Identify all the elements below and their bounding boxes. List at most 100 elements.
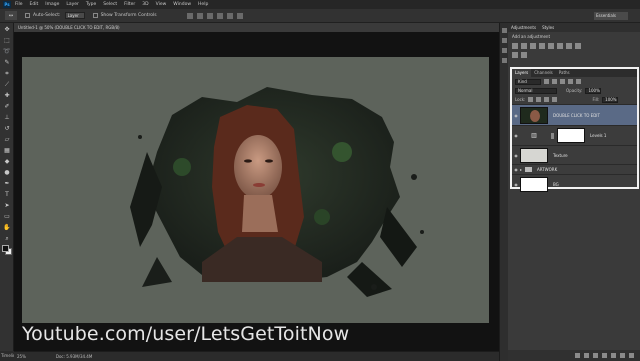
history-brush-icon[interactable]: ↺ xyxy=(2,124,12,133)
menu-edit[interactable]: Edit xyxy=(30,2,39,7)
menu-window[interactable]: Window xyxy=(173,2,191,7)
align-right-icon[interactable] xyxy=(236,12,243,19)
filter-type-icon[interactable] xyxy=(560,79,565,84)
fill-field[interactable]: 100% xyxy=(602,96,619,103)
layer-mask-thumbnail[interactable] xyxy=(557,128,585,143)
menu-select[interactable]: Select xyxy=(103,2,117,7)
crop-icon[interactable]: ⌗ xyxy=(2,69,12,78)
gradient-icon[interactable]: ▦ xyxy=(2,146,12,155)
zoom-icon[interactable]: ⌕ xyxy=(2,234,12,243)
menu-3d[interactable]: 3D xyxy=(142,2,148,7)
layer-row-bg[interactable]: ◉ BG xyxy=(512,174,637,194)
layer-row-texture[interactable]: ◉ Texture xyxy=(512,145,637,164)
tab-styles[interactable]: Styles xyxy=(539,23,557,32)
move-icon[interactable]: ✥ xyxy=(2,25,12,34)
marquee-icon[interactable]: ⬚ xyxy=(2,36,12,45)
path-select-icon[interactable]: ➤ xyxy=(2,201,12,210)
lock-position-icon[interactable] xyxy=(544,97,550,102)
align-left-icon[interactable] xyxy=(216,12,223,19)
eraser-icon[interactable]: ▱ xyxy=(2,135,12,144)
trash-icon[interactable] xyxy=(629,353,634,358)
blend-mode-dropdown[interactable]: Normal xyxy=(515,87,557,94)
tab-layers[interactable]: Layers xyxy=(512,69,532,77)
brush-icon[interactable]: ✐ xyxy=(2,102,12,111)
lock-pixels-icon[interactable] xyxy=(536,97,542,102)
hand-icon[interactable]: ✋ xyxy=(2,223,12,232)
lasso-icon[interactable]: ➰ xyxy=(2,47,12,56)
layer-row-levels[interactable]: ◉ ▥ Levels 1 xyxy=(512,125,637,145)
properties-panel-icon[interactable] xyxy=(502,38,507,43)
filter-shape-icon[interactable] xyxy=(568,79,573,84)
workspace-switcher[interactable]: Essentials xyxy=(594,12,628,20)
type-icon[interactable]: T xyxy=(2,190,12,199)
new-adjustment-icon[interactable] xyxy=(602,353,607,358)
curves-icon[interactable] xyxy=(530,43,536,49)
brush-panel-icon[interactable] xyxy=(502,58,507,63)
show-transform-checkbox[interactable] xyxy=(92,13,98,18)
color-balance-icon[interactable] xyxy=(566,43,572,49)
black-white-icon[interactable] xyxy=(575,43,581,49)
quick-select-icon[interactable]: ✎ xyxy=(2,58,12,67)
visibility-eye-icon[interactable]: ◉ xyxy=(512,133,520,138)
eyedropper-icon[interactable]: ⟋ xyxy=(2,80,12,89)
new-layer-icon[interactable] xyxy=(620,353,625,358)
new-group-icon[interactable] xyxy=(611,353,616,358)
menu-help[interactable]: Help xyxy=(198,2,208,7)
layer-thumbnail xyxy=(520,147,548,163)
add-mask-icon[interactable] xyxy=(593,353,598,358)
filter-smart-icon[interactable] xyxy=(576,79,581,84)
lock-transparency-icon[interactable] xyxy=(528,97,534,102)
tab-channels[interactable]: Channels xyxy=(531,69,556,77)
menu-image[interactable]: Image xyxy=(45,2,59,7)
timeline-tab[interactable]: Timeline xyxy=(0,351,18,361)
shape-icon[interactable]: ▭ xyxy=(2,212,12,221)
info-panel-icon[interactable] xyxy=(502,48,507,53)
move-tool-icon[interactable]: ↔ xyxy=(5,11,17,20)
align-top-icon[interactable] xyxy=(186,12,193,19)
document-tab[interactable]: Untitled-1 @ 50% (DOUBLE CLICK TO EDIT, … xyxy=(14,23,499,32)
link-layers-icon[interactable] xyxy=(575,353,580,358)
hue-saturation-icon[interactable] xyxy=(557,43,563,49)
stamp-icon[interactable]: ⊥ xyxy=(2,113,12,122)
brightness-icon[interactable] xyxy=(512,43,518,49)
tab-adjustments[interactable]: Adjustments xyxy=(508,23,539,32)
tab-paths[interactable]: Paths xyxy=(556,69,573,77)
menu-view[interactable]: View xyxy=(156,2,167,7)
layer-filter-dropdown[interactable]: Kind xyxy=(515,78,541,85)
align-center-icon[interactable] xyxy=(226,12,233,19)
lock-all-icon[interactable] xyxy=(552,97,558,102)
blur-icon[interactable]: ◆ xyxy=(2,157,12,166)
image-canvas[interactable] xyxy=(22,57,489,323)
visibility-eye-icon[interactable]: ◉ xyxy=(512,167,520,172)
menu-file[interactable]: File xyxy=(15,2,23,7)
exposure-icon[interactable] xyxy=(539,43,545,49)
filter-adjustment-icon[interactable] xyxy=(552,79,557,84)
foreground-color-swatch[interactable] xyxy=(2,245,9,252)
vibrance-icon[interactable] xyxy=(548,43,554,49)
healing-icon[interactable]: ✚ xyxy=(2,91,12,100)
visibility-eye-icon[interactable]: ◉ xyxy=(512,153,520,158)
levels-icon[interactable] xyxy=(521,43,527,49)
photo-filter-icon[interactable] xyxy=(512,52,518,58)
dodge-icon[interactable]: ● xyxy=(2,168,12,177)
opacity-field[interactable]: 100% xyxy=(585,87,602,94)
fx-icon[interactable] xyxy=(584,353,589,358)
zoom-level[interactable]: 25% xyxy=(17,354,26,359)
layer-row-artwork-group[interactable]: ◉ ▸ ARTWORK xyxy=(512,164,637,174)
filter-pixel-icon[interactable] xyxy=(544,79,549,84)
menu-filter[interactable]: Filter xyxy=(124,2,135,7)
menu-type[interactable]: Type xyxy=(86,2,96,7)
visibility-eye-icon[interactable]: ◉ xyxy=(512,182,520,187)
pen-icon[interactable]: ✒ xyxy=(2,179,12,188)
align-bottom-icon[interactable] xyxy=(206,12,213,19)
auto-select-dropdown[interactable]: Layer xyxy=(64,12,85,19)
channel-mixer-icon[interactable] xyxy=(521,52,527,58)
auto-select-checkbox[interactable] xyxy=(25,13,30,18)
history-panel-icon[interactable] xyxy=(502,28,507,33)
menu-layer[interactable]: Layer xyxy=(66,2,79,7)
visibility-eye-icon[interactable]: ◉ xyxy=(512,113,520,118)
expand-arrow-icon[interactable]: ▸ xyxy=(520,167,522,172)
align-middle-icon[interactable] xyxy=(196,12,203,19)
layer-row-double-click[interactable]: ◉ DOUBLE CLICK TO EDIT xyxy=(512,104,637,125)
chain-link-icon[interactable] xyxy=(551,132,554,139)
